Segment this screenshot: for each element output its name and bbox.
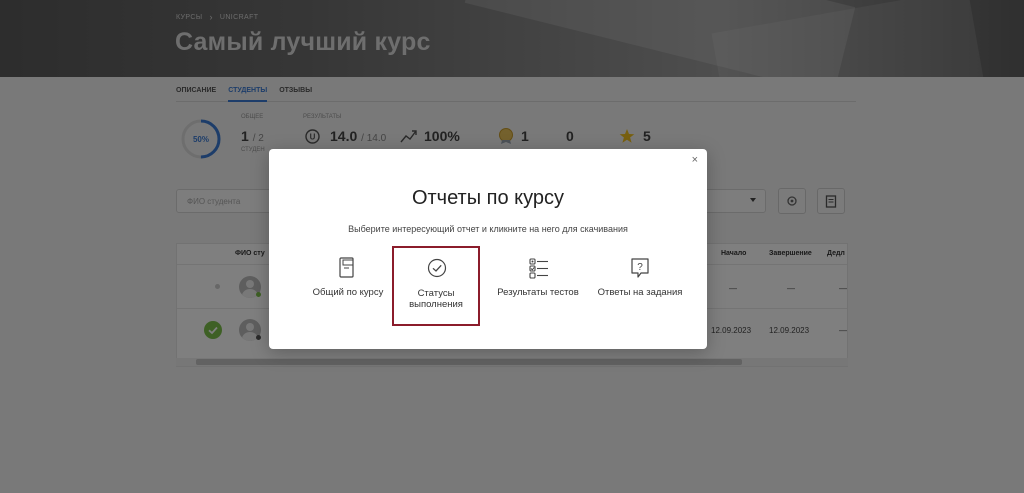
report-option-task-answers[interactable]: ? Ответы на задания xyxy=(597,247,683,325)
modal-title: Отчеты по курсу xyxy=(411,187,565,209)
report-option-label: Общий по курсу xyxy=(312,287,384,298)
report-option-test-results[interactable]: Результаты тестов xyxy=(495,247,581,325)
report-option-general[interactable]: Общий по курсу xyxy=(305,247,391,325)
document-report-icon xyxy=(339,257,354,278)
check-circle-icon xyxy=(427,258,447,278)
close-icon[interactable]: × xyxy=(692,155,698,166)
reports-modal: × Отчеты по курсу Выберите интересующий … xyxy=(269,149,707,349)
modal-subtitle: Выберите интересующий отчет и кликните н… xyxy=(348,224,628,234)
svg-text:?: ? xyxy=(637,262,643,273)
report-option-label: Результаты тестов xyxy=(497,287,579,298)
checklist-icon xyxy=(529,258,548,279)
report-option-completion-status[interactable]: Статусы выполнения xyxy=(392,246,480,326)
report-option-label: Статусы выполнения xyxy=(409,288,463,310)
question-bubble-icon: ? xyxy=(631,258,649,278)
report-option-label: Ответы на задания xyxy=(597,287,683,298)
